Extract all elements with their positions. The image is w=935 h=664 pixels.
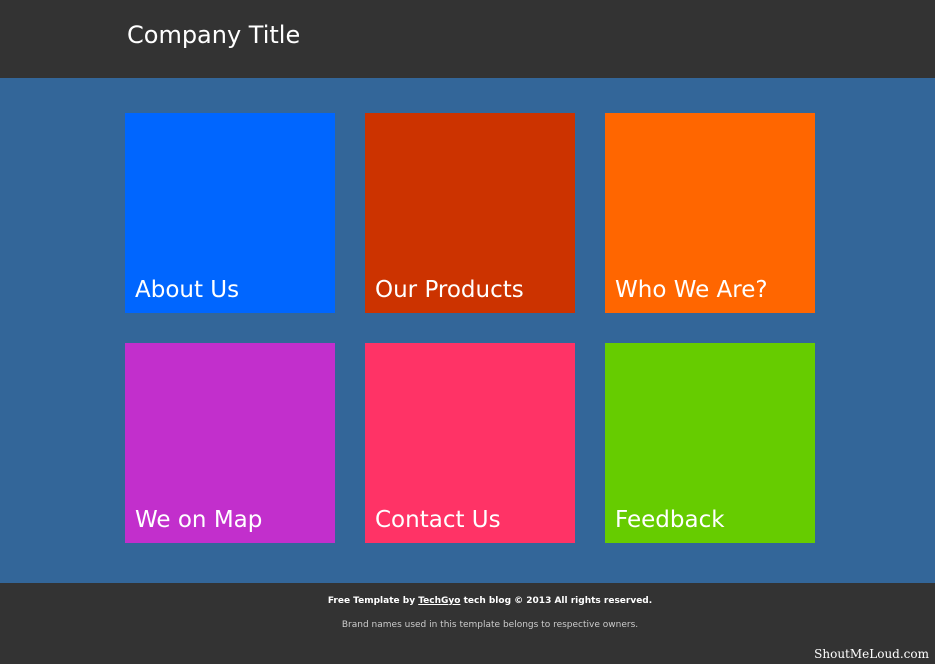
tile-grid: About Us Our Products Who We Are? We on … [0, 78, 935, 583]
tile-label-feedback: Feedback [615, 507, 725, 533]
tile-about-us[interactable]: About Us [125, 113, 335, 313]
header-bar: Company Title [0, 0, 935, 78]
tile-label-we-on-map: We on Map [135, 507, 263, 533]
footer-credit-prefix: Free Template by [327, 596, 416, 606]
tile-label-our-products: Our Products [375, 277, 524, 303]
techgyo-link[interactable]: TechGyo [418, 596, 460, 606]
footer-credit-suffix: tech blog © 2013 All rights reserved. [463, 596, 653, 606]
company-title: Company Title [127, 21, 301, 49]
watermark: ShoutMeLoud.com [814, 647, 929, 661]
tile-label-who-we-are: Who We Are? [615, 277, 768, 303]
tile-label-contact-us: Contact Us [375, 507, 501, 533]
tile-our-products[interactable]: Our Products [365, 113, 575, 313]
footer-credit: Free Template by TechGyo tech blog © 201… [0, 594, 935, 608]
tile-we-on-map[interactable]: We on Map [125, 343, 335, 543]
tile-who-we-are[interactable]: Who We Are? [605, 113, 815, 313]
tile-contact-us[interactable]: Contact Us [365, 343, 575, 543]
tile-feedback[interactable]: Feedback [605, 343, 815, 543]
tile-label-about-us: About Us [135, 277, 240, 303]
footer-bar: Free Template by TechGyo tech blog © 201… [0, 583, 935, 664]
footer-notice: Brand names used in this template belong… [341, 620, 639, 630]
